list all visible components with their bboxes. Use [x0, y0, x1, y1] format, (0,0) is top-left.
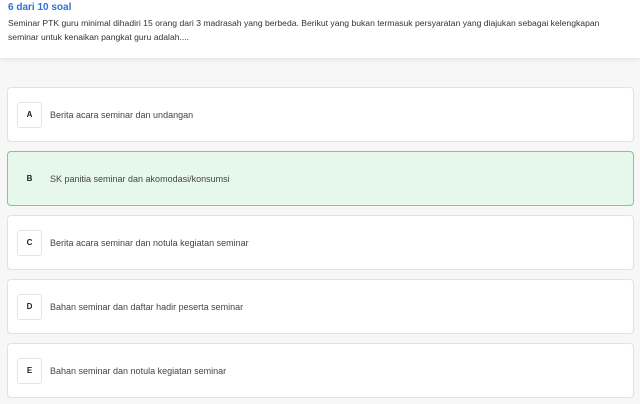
option-e[interactable]: E Bahan seminar dan notula kegiatan semi…: [7, 343, 634, 398]
option-letter: E: [17, 357, 42, 384]
option-b[interactable]: B SK panitia seminar dan akomodasi/konsu…: [7, 151, 634, 206]
question-text: Seminar PTK guru minimal dihadiri 15 ora…: [8, 18, 600, 42]
option-a[interactable]: A Berita acara seminar dan undangan: [7, 87, 634, 142]
option-letter: D: [17, 293, 42, 320]
option-label: Bahan seminar dan notula kegiatan semina…: [50, 365, 227, 376]
option-d[interactable]: D Bahan seminar dan daftar hadir peserta…: [7, 279, 634, 334]
option-letter: B: [17, 165, 42, 192]
option-label: Berita acara seminar dan notula kegiatan…: [50, 237, 249, 248]
question-progress: 6 dari 10 soal: [8, 2, 72, 13]
question-header: 6 dari 10 soal Seminar PTK guru minimal …: [0, 0, 640, 58]
option-c[interactable]: C Berita acara seminar dan notula kegiat…: [7, 215, 634, 270]
option-label: Berita acara seminar dan undangan: [50, 109, 194, 120]
option-label: SK panitia seminar dan akomodasi/konsums…: [50, 173, 230, 184]
option-letter: C: [17, 229, 42, 256]
option-letter: A: [17, 101, 42, 128]
option-label: Bahan seminar dan daftar hadir peserta s…: [50, 301, 244, 312]
